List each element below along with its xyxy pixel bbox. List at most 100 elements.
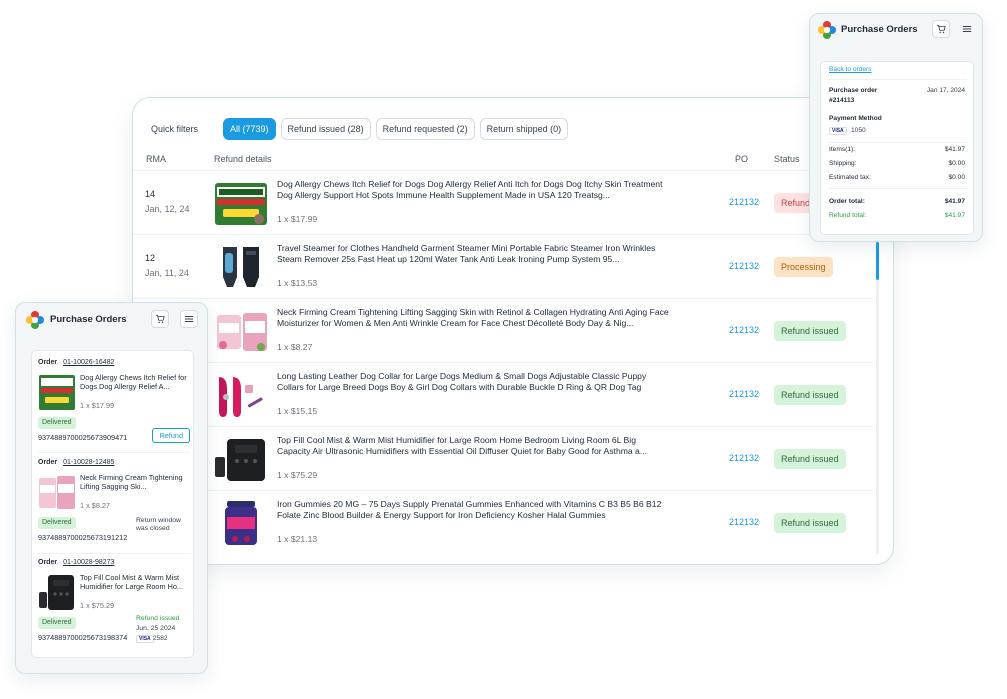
purchase-order-date: Jan 17, 2024 [926, 87, 965, 94]
table-row[interactable]: Long Lasting Leather Dog Collar for Larg… [133, 362, 873, 426]
table-row[interactable]: 14 Jan, 12, 24 Dog Allergy Chews Itch Re… [133, 170, 873, 234]
column-header-rma[interactable]: RMA [146, 154, 166, 164]
tracking-number: 9374889700025673191212 [38, 533, 128, 542]
menu-button[interactable] [180, 310, 198, 328]
table-row[interactable]: Iron Gummies 20 MG – 75 Days Supply Pren… [133, 490, 873, 554]
return-window-note: Return window was closed [136, 517, 181, 532]
app-title: Purchase Orders [841, 24, 918, 35]
product-title: Travel Steamer for Clothes Handheld Garm… [277, 243, 656, 264]
filter-chip-refund-issued[interactable]: Refund issued (28) [280, 118, 371, 140]
order-detail-card: Back to orders Purchase order #214113 Ja… [820, 61, 974, 235]
status-badge: Refund issued [774, 449, 846, 469]
product-image [38, 572, 76, 612]
order-label: Order [38, 459, 58, 466]
purchase-order-label: Purchase order [829, 87, 878, 94]
product-price: 1 x $13.53 [277, 278, 318, 288]
back-to-orders-link[interactable]: Back to orders [829, 66, 872, 73]
rma-date: Jan, 11, 24 [145, 268, 189, 278]
divider [829, 79, 967, 80]
po-link[interactable]: 212132 [729, 325, 759, 335]
tax-label: Estimated tax: [829, 174, 871, 181]
table-row[interactable]: Neck Firming Cream Tightening Lifting Sa… [133, 298, 873, 362]
status-badge: Processing [774, 257, 833, 277]
logo-icon [26, 311, 44, 329]
shipping-row: Shipping: $0.00 [829, 160, 965, 167]
product-price: 1 x $15.15 [277, 406, 318, 416]
visa-icon: VISA [829, 127, 847, 135]
product-price: 1 x $8.27 [277, 342, 313, 352]
menu-icon [184, 316, 194, 322]
refund-button[interactable]: Refund [152, 428, 190, 443]
visa-icon: VISA [136, 635, 154, 643]
rma-number: 14 [145, 189, 156, 199]
product-image [213, 307, 269, 355]
order-item[interactable]: Order 01-10028-12485 Neck Firming Cream T… [38, 459, 190, 549]
cart-button[interactable] [151, 310, 169, 328]
shipping-value: $0.00 [948, 160, 965, 167]
order-header: Order 01-10028-12485 [38, 459, 114, 466]
status-badge: Refund issued [774, 321, 846, 341]
po-link[interactable]: 212132 [729, 453, 759, 463]
cart-icon [155, 314, 165, 324]
filter-chip-all[interactable]: All (7739) [223, 118, 276, 140]
product-image [213, 371, 269, 419]
divider [829, 142, 967, 143]
quick-filters-label: Quick filters [151, 124, 199, 134]
product-image [213, 243, 269, 291]
order-number-link[interactable]: 01-10028-12485 [63, 459, 114, 466]
column-header-po[interactable]: PO [735, 154, 748, 164]
po-link[interactable]: 212132 [729, 517, 759, 527]
scrollbar-thumb[interactable] [876, 242, 879, 280]
delivered-badge: Delivered [38, 617, 76, 629]
quick-filters: Quick filters All (7739) Refund issued (… [151, 118, 569, 140]
product-price: 1 x $75.29 [80, 601, 115, 610]
po-link[interactable]: 212132 [729, 389, 759, 399]
order-item[interactable]: Order 01-10026-16482 Dog Allergy Chews It… [38, 359, 190, 449]
filter-chip-return-shipped[interactable]: Return shipped (0) [479, 118, 569, 140]
shipping-label: Shipping: [829, 160, 857, 167]
product-price: 1 x $75.29 [277, 470, 318, 480]
cart-button[interactable] [932, 20, 950, 38]
product-price: 1 x $21.13 [277, 534, 318, 544]
divider [829, 188, 967, 189]
status-badge: Refund issued [774, 385, 846, 405]
refund-total-value: $41.97 [944, 212, 965, 219]
refund-total-row: Refund total: $41.97 [829, 212, 965, 219]
app-header: Purchase Orders [16, 303, 207, 339]
product-price: 1 x $8.27 [80, 501, 111, 510]
orders-card: Order 01-10026-16482 Dog Allergy Chews It… [31, 350, 194, 658]
product-image [38, 472, 76, 512]
order-label: Order [38, 559, 58, 566]
rma-number: 12 [145, 253, 156, 263]
table-row[interactable]: 12 Jan, 11, 24 Travel Steamer for Clothe… [133, 234, 873, 298]
tracking-number: 9374889700025673198374 [38, 633, 128, 642]
refund-date: Jun, 25 2024 [136, 625, 176, 632]
tax-row: Estimated tax: $0.00 [829, 174, 965, 181]
order-number-link[interactable]: 01-10026-16482 [63, 359, 114, 366]
order-detail-mobile: Purchase Orders Back to orders Purchase … [809, 13, 983, 242]
divider [38, 452, 190, 453]
po-link[interactable]: 212132 [729, 261, 759, 271]
app-header: Purchase Orders [810, 14, 982, 50]
column-header-status[interactable]: Status [774, 154, 800, 164]
po-link[interactable]: 212132 [729, 197, 759, 207]
order-total-value: $41.97 [944, 198, 965, 205]
product-title: Neck Firming Cream Tightening Lifting Sa… [80, 473, 183, 491]
filter-chip-refund-requested[interactable]: Refund requested (2) [375, 118, 475, 140]
order-header: Order 01-10026-16482 [38, 359, 114, 366]
column-header-refund-details[interactable]: Refund details [214, 154, 272, 164]
app-title: Purchase Orders [50, 314, 127, 325]
divider [38, 553, 190, 554]
order-number-link[interactable]: 01-10028-98273 [63, 559, 114, 566]
status-badge: Refund issued [774, 513, 846, 533]
orders-list-mobile: Purchase Orders Order 01-10026-16482 Dog … [15, 302, 208, 674]
order-item[interactable]: Order 01-10028-98273 Top Fill Cool Mist &… [38, 559, 190, 655]
tracking-number: 9374889700025673909471 [38, 433, 128, 442]
menu-button[interactable] [958, 20, 976, 38]
product-title: Top Fill Cool Mist & Warm Mist Humidifie… [80, 573, 184, 591]
product-image [38, 372, 76, 412]
rma-date: Jan, 12, 24 [145, 204, 190, 214]
table-row[interactable]: Top Fill Cool Mist & Warm Mist Humidifie… [133, 426, 873, 490]
product-title: Top Fill Cool Mist & Warm Mist Humidifie… [277, 435, 647, 456]
product-price: 1 x $17.99 [80, 401, 115, 410]
